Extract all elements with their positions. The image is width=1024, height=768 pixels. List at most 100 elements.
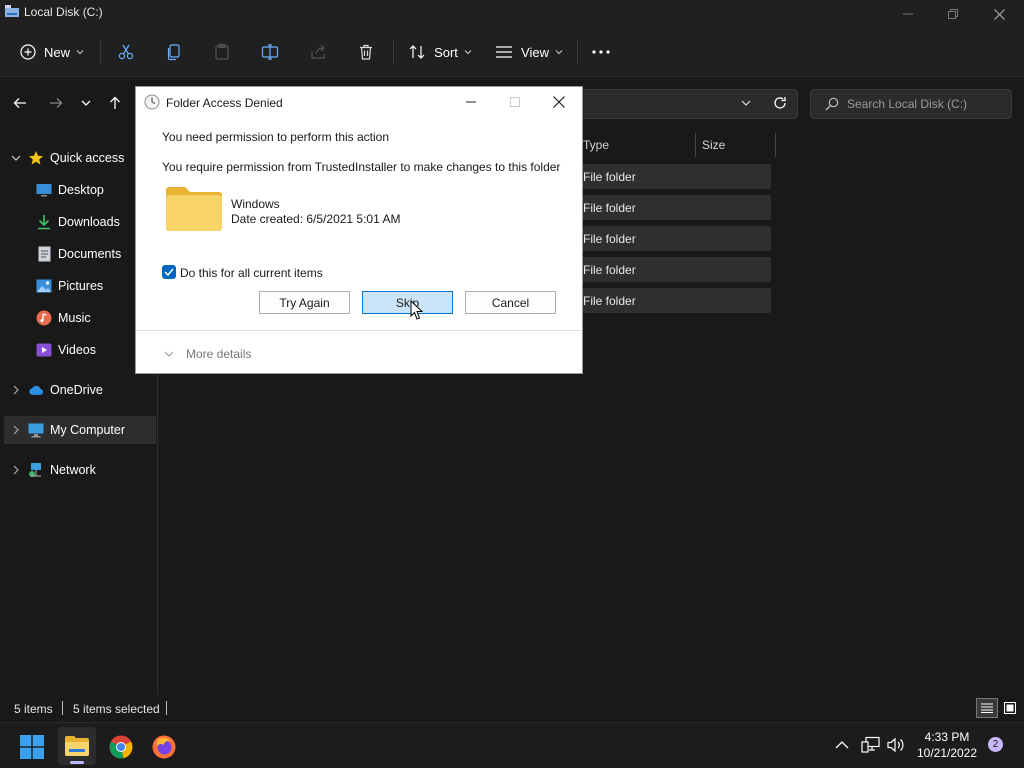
- computer-icon: [28, 422, 44, 438]
- rename-icon: [261, 44, 279, 60]
- close-window-button[interactable]: [976, 0, 1022, 28]
- back-button[interactable]: [6, 89, 34, 117]
- sidebar-item-label: Downloads: [58, 215, 120, 229]
- taskbar-chrome[interactable]: [105, 731, 137, 763]
- column-header-size[interactable]: Size: [702, 132, 725, 158]
- cancel-button[interactable]: Cancel: [465, 291, 556, 314]
- search-input[interactable]: Search Local Disk (C:): [810, 89, 1012, 119]
- sidebar-item-label: Music: [58, 311, 91, 325]
- dialog-maximize-button[interactable]: [500, 91, 530, 113]
- folder-name: Windows: [231, 197, 280, 211]
- paste-button[interactable]: [206, 36, 238, 68]
- copy-button[interactable]: [158, 36, 190, 68]
- rename-button[interactable]: [254, 36, 286, 68]
- share-button[interactable]: [302, 36, 334, 68]
- chevron-right-icon[interactable]: [8, 382, 24, 398]
- row-type: File folder: [583, 293, 636, 308]
- minimize-button[interactable]: [885, 0, 931, 28]
- large-icons-view-button[interactable]: [1000, 698, 1020, 718]
- apply-to-all-checkbox[interactable]: [162, 265, 176, 279]
- cut-button[interactable]: [110, 36, 142, 68]
- search-icon: [825, 97, 839, 111]
- selected-count: 5 items selected: [73, 702, 160, 716]
- skip-button[interactable]: Skip: [362, 291, 453, 314]
- forward-button[interactable]: [42, 89, 70, 117]
- toolbar-separator: [393, 40, 394, 64]
- sidebar-item-downloads[interactable]: Downloads: [36, 208, 120, 236]
- column-divider[interactable]: [695, 133, 696, 157]
- try-again-button[interactable]: Try Again: [259, 291, 350, 314]
- network-status-icon[interactable]: [861, 736, 881, 754]
- active-app-indicator: [70, 761, 84, 764]
- sidebar-item-network[interactable]: Network: [8, 456, 96, 484]
- taskbar-file-explorer[interactable]: [58, 727, 96, 765]
- volume-icon[interactable]: [886, 736, 906, 754]
- refresh-button[interactable]: [766, 89, 794, 117]
- row-type: File folder: [583, 231, 636, 246]
- table-row[interactable]: File folder: [580, 226, 771, 251]
- table-row[interactable]: File folder: [580, 288, 771, 313]
- start-button[interactable]: [16, 731, 48, 763]
- arrow-left-icon: [13, 98, 26, 108]
- refresh-icon: [774, 97, 786, 109]
- more-details-toggle[interactable]: More details: [164, 347, 251, 361]
- address-history-button[interactable]: [732, 89, 760, 117]
- sidebar-item-label: Network: [50, 463, 96, 477]
- chevron-down-icon: [464, 50, 472, 55]
- chevron-down-icon[interactable]: [8, 150, 24, 166]
- sidebar-item-onedrive[interactable]: OneDrive: [8, 376, 103, 404]
- delete-button[interactable]: [350, 36, 382, 68]
- table-row[interactable]: File folder: [580, 195, 771, 220]
- notification-badge[interactable]: 2: [988, 737, 1003, 752]
- clock-time[interactable]: 4:33 PM: [916, 730, 978, 744]
- chrome-icon: [109, 735, 133, 759]
- sidebar-item-videos[interactable]: Videos: [36, 336, 96, 364]
- row-type: File folder: [583, 262, 636, 277]
- chevron-right-icon[interactable]: [8, 462, 24, 478]
- sidebar-item-documents[interactable]: Documents: [36, 240, 121, 268]
- dialog-footer-divider: [136, 330, 582, 331]
- new-button[interactable]: New: [14, 36, 90, 68]
- network-icon: [28, 462, 44, 478]
- dialog-close-button[interactable]: [544, 91, 574, 113]
- plus-circle-icon: [20, 44, 36, 60]
- address-bar[interactable]: [560, 89, 798, 119]
- picture-icon: [36, 278, 52, 294]
- document-icon: [36, 246, 52, 262]
- sort-button-label: Sort: [434, 44, 458, 60]
- column-divider[interactable]: [775, 133, 776, 157]
- more-options-button[interactable]: [585, 36, 617, 68]
- list-view-icon: [496, 46, 513, 58]
- table-row[interactable]: File folder: [580, 164, 771, 189]
- dialog-clock-icon: [144, 94, 160, 110]
- chevron-right-icon[interactable]: [8, 422, 24, 438]
- details-view-button[interactable]: [976, 698, 998, 718]
- dialog-minimize-button[interactable]: [456, 91, 486, 113]
- table-row[interactable]: File folder: [580, 257, 771, 282]
- taskbar-firefox[interactable]: [148, 731, 180, 763]
- up-button[interactable]: [101, 89, 129, 117]
- column-header-type[interactable]: Type: [583, 132, 609, 158]
- desktop-icon: [36, 182, 52, 198]
- chevron-down-icon: [555, 50, 563, 55]
- recent-locations-button[interactable]: [72, 89, 100, 117]
- chevron-down-icon: [81, 100, 91, 106]
- sidebar-item-quick-access[interactable]: Quick access: [8, 144, 124, 172]
- sidebar-item-label: OneDrive: [50, 383, 103, 397]
- new-button-label: New: [43, 44, 70, 60]
- sidebar-item-pictures[interactable]: Pictures: [36, 272, 103, 300]
- sidebar-item-label: Pictures: [58, 279, 104, 293]
- sidebar-item-music[interactable]: Music: [36, 304, 91, 332]
- sidebar-item-desktop[interactable]: Desktop: [36, 176, 104, 204]
- show-hidden-icons-button[interactable]: [834, 737, 850, 753]
- restore-button[interactable]: [930, 0, 976, 28]
- apply-to-all-label[interactable]: Do this for all current items: [180, 266, 323, 280]
- sort-button[interactable]: Sort: [402, 36, 478, 68]
- video-icon: [36, 342, 52, 358]
- sidebar-item-my-computer[interactable]: My Computer: [4, 416, 156, 444]
- clock-date[interactable]: 10/21/2022: [913, 746, 981, 760]
- sidebar-item-label: Documents: [58, 247, 122, 261]
- folder-date-created: Date created: 6/5/2021 5:01 AM: [231, 212, 401, 226]
- view-button[interactable]: View: [490, 36, 568, 68]
- dialog-message-primary: You need permission to perform this acti…: [162, 130, 390, 144]
